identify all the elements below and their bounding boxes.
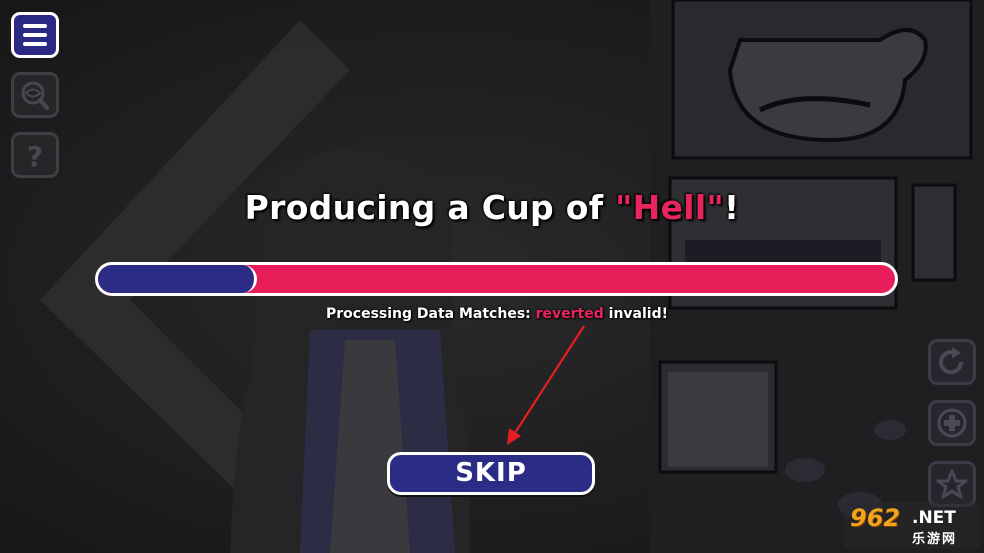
title-highlight: "Hell" (615, 188, 724, 227)
title-suffix: ! (723, 188, 740, 227)
status-prefix: Processing Data Matches: (326, 306, 536, 322)
progress-fill (98, 265, 258, 293)
title-prefix: Producing a Cup of (244, 188, 616, 227)
watermark-domain: .NET (912, 508, 956, 528)
plus-icon (937, 408, 967, 438)
svg-text:?: ? (27, 140, 43, 173)
status-highlight: reverted (535, 306, 604, 322)
skip-button[interactable]: SKIP (387, 452, 595, 495)
question-icon: ? (27, 140, 43, 173)
watermark-number: 962 (850, 504, 901, 532)
magnifier-eye-icon (21, 81, 49, 110)
refresh-button[interactable] (928, 339, 976, 385)
menu-button[interactable] (11, 12, 59, 58)
inspect-button[interactable] (11, 72, 59, 118)
watermark-subtitle: 乐游网 (912, 532, 958, 547)
favorite-button[interactable] (928, 461, 976, 507)
refresh-icon (939, 347, 964, 375)
status-text: Processing Data Matches: reverted invali… (0, 306, 984, 322)
menu-icon (23, 24, 47, 46)
star-icon (936, 469, 968, 499)
production-title: Producing a Cup of "Hell"! (0, 188, 984, 227)
help-button[interactable]: ? (11, 132, 59, 178)
status-suffix: invalid! (603, 306, 668, 322)
progress-bar (95, 262, 898, 296)
watermark-logo: 962 .NET 乐游网 (844, 502, 980, 548)
add-button[interactable] (928, 400, 976, 446)
